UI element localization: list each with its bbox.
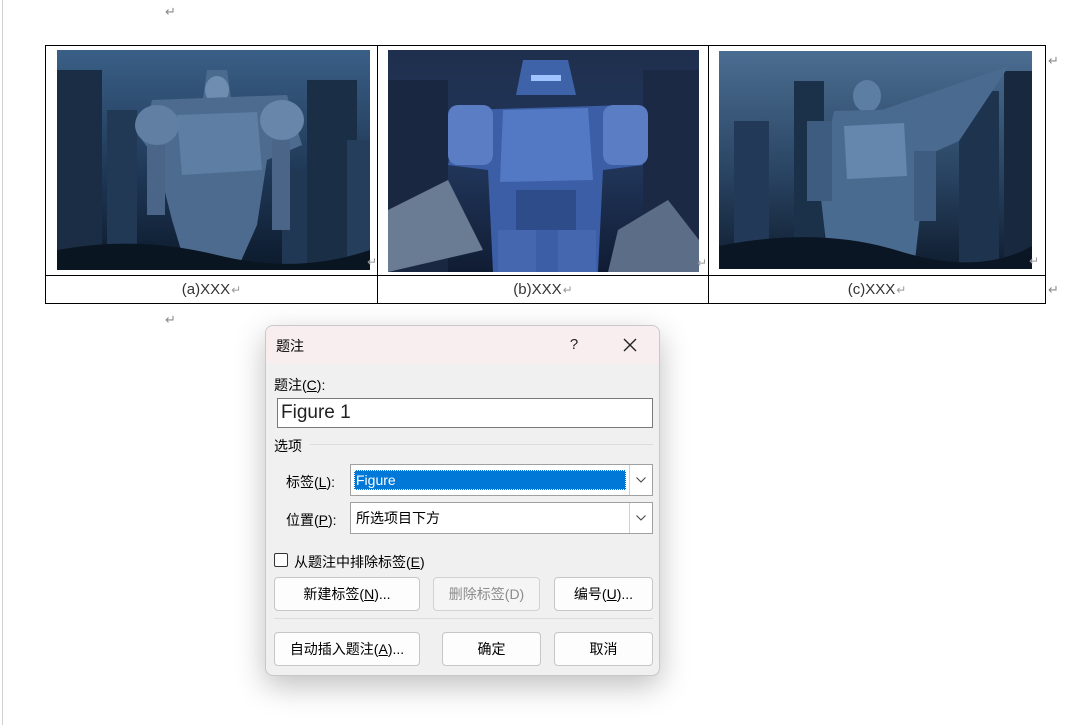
cell-end-mark: ↵ xyxy=(697,256,708,270)
row-end-mark: ↵ xyxy=(1048,283,1059,298)
close-button[interactable] xyxy=(615,332,645,358)
cell-end-mark: ↵ xyxy=(1029,254,1040,268)
paragraph-mark: ↵ xyxy=(165,313,176,328)
autocaption-button[interactable]: 自动插入题注(A)... xyxy=(274,632,420,666)
position-dropdown-button[interactable] xyxy=(629,503,652,533)
table-divider xyxy=(377,46,378,303)
chevron-down-icon xyxy=(636,515,646,521)
ok-button[interactable]: 确定 xyxy=(442,632,541,666)
position-select[interactable]: 所选项目下方 xyxy=(350,502,653,534)
chevron-down-icon xyxy=(636,477,646,483)
caption-b-text: (b)XXX xyxy=(513,281,562,298)
options-divider xyxy=(310,444,653,445)
label-select[interactable]: Figure xyxy=(350,464,653,496)
caption-dialog: 题注 ? 题注(C): Figure 1 选项 标签(L): Figure 位置… xyxy=(265,325,660,676)
label-dropdown-button[interactable] xyxy=(629,465,652,495)
delete-label-button[interactable]: 删除标签(D) xyxy=(433,577,540,611)
help-button[interactable]: ? xyxy=(561,333,587,357)
buttons-divider xyxy=(274,618,653,619)
robot-image-c[interactable] xyxy=(719,51,1032,269)
label-select-value: Figure xyxy=(354,470,626,490)
page-left-edge xyxy=(2,0,3,725)
caption-label: 题注(C): xyxy=(274,377,326,393)
position-select-value: 所选项目下方 xyxy=(356,510,440,526)
caption-input[interactable]: Figure 1 xyxy=(277,398,653,428)
table-divider xyxy=(708,46,709,303)
caption-a-text: (a)XXX xyxy=(181,281,231,298)
robot-image-b[interactable] xyxy=(388,50,699,272)
caption-c-text: (c)XXX xyxy=(847,281,896,298)
close-icon xyxy=(623,338,637,352)
new-label-button[interactable]: 新建标签(N)... xyxy=(274,577,420,611)
paragraph-mark: ↵ xyxy=(562,283,573,297)
paragraph-mark: ↵ xyxy=(896,283,907,297)
figure-table[interactable]: ↵ ↵ ↵ (a)XXX↵ (b)XXX↵ (c)XXX↵ xyxy=(45,45,1046,304)
numbering-button[interactable]: 编号(U)... xyxy=(554,577,653,611)
caption-a[interactable]: (a)XXX↵ xyxy=(46,276,377,303)
options-heading: 选项 xyxy=(274,438,302,454)
position-field-label: 位置(P): xyxy=(286,512,337,528)
dialog-titlebar[interactable]: 题注 ? xyxy=(266,326,659,364)
paragraph-mark: ↵ xyxy=(231,283,242,297)
cancel-button[interactable]: 取消 xyxy=(554,632,653,666)
paragraph-mark: ↵ xyxy=(165,5,176,20)
exclude-label-text[interactable]: 从题注中排除标签(E) xyxy=(294,552,425,572)
cell-end-mark: ↵ xyxy=(367,255,378,269)
robot-image-a[interactable] xyxy=(57,50,370,270)
caption-c[interactable]: (c)XXX↵ xyxy=(709,276,1045,303)
caption-b[interactable]: (b)XXX↵ xyxy=(378,276,708,303)
row-end-mark: ↵ xyxy=(1048,54,1059,69)
exclude-label-checkbox[interactable] xyxy=(274,553,288,567)
label-field-label: 标签(L): xyxy=(286,474,336,490)
dialog-title: 题注 xyxy=(276,338,304,354)
